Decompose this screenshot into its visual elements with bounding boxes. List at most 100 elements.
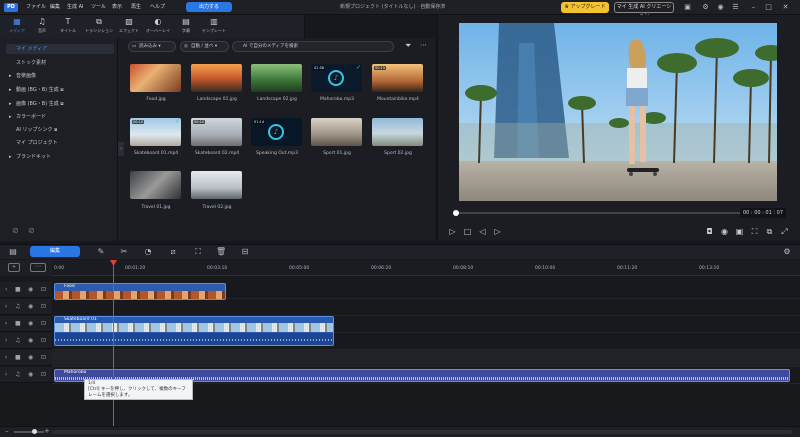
close-icon[interactable]: ✕ [781, 3, 790, 12]
stop-icon[interactable]: □ [463, 227, 472, 236]
track-options-icon[interactable]: ⋯ [30, 263, 46, 272]
expand-icon[interactable]: › [5, 286, 7, 293]
seekbar-handle[interactable] [453, 210, 459, 216]
tab-effect[interactable]: ▧ エフェクト [114, 16, 144, 37]
snapshot-icon[interactable]: ◘ [705, 227, 714, 236]
mute-icon[interactable]: ◉ [28, 337, 33, 344]
account-icon[interactable]: ◉ [716, 3, 725, 12]
edit-button[interactable]: 編集 [30, 246, 80, 257]
tab-subtitle[interactable]: ▤ 字幕 [171, 16, 201, 37]
zoom-in-icon[interactable]: + [44, 427, 50, 435]
sort-dropdown[interactable]: ◎ 自動 / 並べ ▾ [180, 41, 229, 52]
media-item-speaking-out[interactable]: 01:14 ♪ [251, 118, 302, 146]
menu-tools[interactable]: ツール [91, 3, 106, 10]
zoom-out-icon[interactable]: – [5, 427, 9, 435]
fullscreen-icon[interactable]: ⤢ [780, 227, 789, 236]
menu-file[interactable]: ファイル [26, 3, 46, 10]
visibility-icon[interactable]: ◉ [28, 320, 33, 327]
expand-icon[interactable]: › [5, 337, 7, 344]
visibility-icon[interactable]: ◉ [28, 286, 33, 293]
pen-icon[interactable]: ✎ [96, 247, 106, 257]
sidebar-item-video-gen[interactable]: ▸ 動画 (BG・B) 生成 ⧈ [6, 85, 114, 95]
menu-help[interactable]: ヘルプ [150, 3, 165, 10]
export-button[interactable]: 出力する [186, 2, 232, 12]
media-item-mountainbike[interactable]: 00:15 [372, 64, 423, 92]
menu-ai[interactable]: 生成 AI [67, 3, 84, 10]
timeline-scrollbar[interactable] [52, 430, 792, 434]
expand-icon[interactable]: › [5, 320, 7, 327]
lock-icon[interactable]: ⊡ [41, 303, 46, 310]
edit-icon[interactable]: ⧄ [168, 247, 178, 257]
clip-food[interactable]: Food [54, 283, 226, 300]
media-item-food[interactable]: ✓ [130, 64, 181, 92]
zoom-slider[interactable] [14, 431, 44, 433]
media-item-landscape-01[interactable] [191, 64, 242, 92]
tab-title[interactable]: T タイトル [53, 16, 83, 37]
media-item-skateboard-01[interactable]: 00:10 ✓ [130, 118, 181, 146]
tab-overlay[interactable]: ◐ オーバーレイ [143, 16, 173, 37]
sidebar-item-my-project[interactable]: マイ プロジェクト [6, 138, 114, 148]
track-lane-2[interactable] [52, 299, 800, 316]
split-icon[interactable]: ✂ [119, 247, 129, 257]
maximize-icon[interactable]: □ [764, 3, 773, 12]
media-item-sport-01[interactable] [311, 118, 362, 146]
more-tools-icon[interactable]: ⊟ [240, 247, 250, 257]
ai-creation-button[interactable]: マイ 生成 AI クリエーション [614, 2, 674, 19]
fit-icon[interactable]: ⛶ [750, 227, 759, 236]
visibility-icon[interactable]: ◉ [28, 354, 33, 361]
link-icon[interactable]: ⊘ [28, 226, 35, 235]
sidebar-item-lipsync[interactable]: AI リップシンク ⧈ [6, 125, 114, 135]
upgrade-button[interactable]: ♛ アップグレード [561, 2, 609, 13]
settings-icon[interactable]: ⚙ [701, 3, 710, 12]
media-item-landscape-02[interactable] [251, 64, 302, 92]
import-icon[interactable]: ⊘ [12, 226, 19, 235]
crop-icon[interactable]: ⛶ [193, 247, 203, 257]
next-frame-icon[interactable]: ▷ [493, 227, 502, 236]
more-icon[interactable]: ⋯ [420, 41, 427, 49]
import-button[interactable]: ▭ 読み込み ▾ [128, 41, 176, 52]
volume-icon[interactable]: ◉ [720, 227, 729, 236]
collapse-sidebar-icon[interactable]: ‹ [118, 142, 124, 156]
display-icon[interactable]: ▣ [735, 227, 744, 236]
track-lane-5[interactable] [52, 350, 800, 367]
media-item-mahoroba[interactable]: 02:58 ♪ ✓ [311, 64, 362, 92]
clip-skateboard[interactable]: Skateboard 01 [54, 316, 334, 346]
speed-icon[interactable]: ◔ [143, 247, 153, 257]
expand-icon[interactable]: › [5, 303, 7, 310]
media-search-input[interactable]: AI で自分のメディアを検索 [232, 41, 394, 52]
timeline-settings-icon[interactable]: ⚙ [782, 247, 792, 257]
expand-icon[interactable]: › [5, 371, 7, 378]
minimize-icon[interactable]: – [749, 3, 758, 12]
expand-icon[interactable]: › [5, 354, 7, 361]
media-item-travel-02[interactable] [191, 171, 242, 199]
sidebar-item-image-gen[interactable]: ▸ 画像 (BG・B) 生成 ⧈ [6, 99, 114, 109]
timecode-display[interactable]: 00 : 00 : 01 : 07 [740, 208, 786, 218]
lock-icon[interactable]: ⊡ [41, 337, 46, 344]
lock-icon[interactable]: ⊡ [41, 354, 46, 361]
sidebar-item-brand-kit[interactable]: ▸ ブランドキット [6, 152, 114, 162]
playhead[interactable] [113, 262, 114, 426]
sidebar-item-color-board[interactable]: ▸ カラーボード [6, 112, 114, 122]
prev-frame-icon[interactable]: ◁ [478, 227, 487, 236]
play-icon[interactable]: ▷ [448, 227, 457, 236]
media-item-travel-01[interactable] [130, 171, 181, 199]
preview-seekbar[interactable] [455, 212, 777, 214]
menu-view[interactable]: 表示 [112, 3, 122, 10]
mute-icon[interactable]: ◉ [28, 303, 33, 310]
sidebar-item-music-images[interactable]: ▸ 音楽画像 [6, 71, 114, 81]
notification-icon[interactable]: ▣ [683, 3, 692, 12]
lock-icon[interactable]: ⊡ [41, 371, 46, 378]
mute-icon[interactable]: ◉ [28, 371, 33, 378]
undock-icon[interactable]: ⧉ [765, 227, 774, 236]
menu-edit[interactable]: 編集 [50, 3, 60, 10]
tab-template[interactable]: ▥ テンプレート [199, 16, 229, 37]
timeline-ruler[interactable] [52, 260, 800, 276]
layout-icon[interactable]: ▤ [8, 247, 18, 257]
media-item-sport-02[interactable] [372, 118, 423, 146]
tab-transition[interactable]: ⧉ トランジション [84, 16, 114, 37]
sidebar-item-stock[interactable]: ストック素材 [6, 58, 114, 68]
menu-icon[interactable]: ☰ [731, 3, 740, 12]
add-track-icon[interactable]: + [8, 263, 20, 272]
lock-icon[interactable]: ⊡ [41, 286, 46, 293]
media-item-skateboard-02[interactable]: 00:10 [191, 118, 242, 146]
